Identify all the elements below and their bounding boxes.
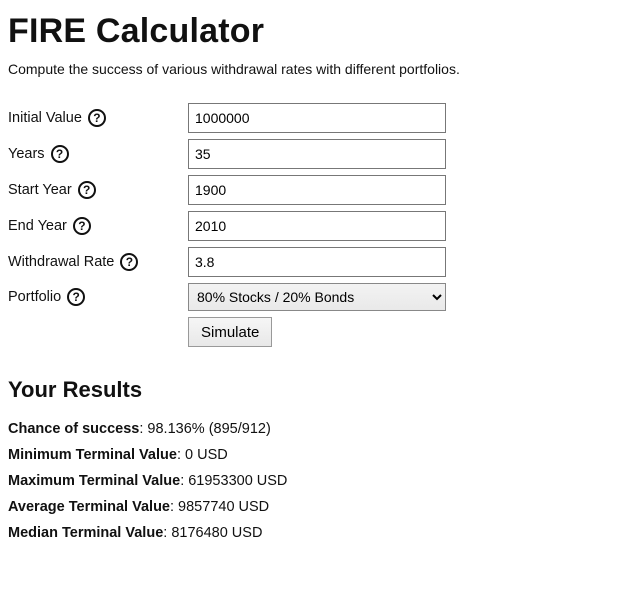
result-med-value: : 8176480 USD bbox=[163, 525, 262, 541]
result-max-value: : 61953300 USD bbox=[180, 473, 287, 489]
label-withdrawal-rate: Withdrawal Rate bbox=[8, 254, 114, 270]
result-med-label: Median Terminal Value bbox=[8, 525, 163, 541]
label-start-year: Start Year bbox=[8, 182, 72, 198]
help-icon[interactable]: ? bbox=[78, 181, 96, 199]
label-portfolio: Portfolio bbox=[8, 289, 61, 305]
row-end-year: End Year ? bbox=[8, 211, 612, 241]
input-initial-value[interactable] bbox=[188, 103, 446, 133]
input-end-year[interactable] bbox=[188, 211, 446, 241]
results-block: Chance of success: 98.136% (895/912) Min… bbox=[8, 421, 612, 541]
result-chance-value: : 98.136% (895/912) bbox=[139, 421, 270, 437]
result-avg-value: : 9857740 USD bbox=[170, 499, 269, 515]
result-chance: Chance of success: 98.136% (895/912) bbox=[8, 421, 612, 437]
results-heading: Your Results bbox=[8, 377, 612, 403]
simulate-button[interactable]: Simulate bbox=[188, 317, 272, 347]
help-icon[interactable]: ? bbox=[88, 109, 106, 127]
result-max: Maximum Terminal Value: 61953300 USD bbox=[8, 473, 612, 489]
row-portfolio: Portfolio ? 80% Stocks / 20% Bonds bbox=[8, 283, 612, 311]
row-years: Years ? bbox=[8, 139, 612, 169]
input-start-year[interactable] bbox=[188, 175, 446, 205]
input-years[interactable] bbox=[188, 139, 446, 169]
page-title: FIRE Calculator bbox=[8, 12, 612, 51]
row-start-year: Start Year ? bbox=[8, 175, 612, 205]
result-avg: Average Terminal Value: 9857740 USD bbox=[8, 499, 612, 515]
help-icon[interactable]: ? bbox=[120, 253, 138, 271]
label-initial-value: Initial Value bbox=[8, 110, 82, 126]
row-withdrawal-rate: Withdrawal Rate ? bbox=[8, 247, 612, 277]
row-initial-value: Initial Value ? bbox=[8, 103, 612, 133]
result-med: Median Terminal Value: 8176480 USD bbox=[8, 525, 612, 541]
result-max-label: Maximum Terminal Value bbox=[8, 473, 180, 489]
help-icon[interactable]: ? bbox=[67, 288, 85, 306]
help-icon[interactable]: ? bbox=[73, 217, 91, 235]
input-withdrawal-rate[interactable] bbox=[188, 247, 446, 277]
result-min: Minimum Terminal Value: 0 USD bbox=[8, 447, 612, 463]
help-icon[interactable]: ? bbox=[51, 145, 69, 163]
label-years: Years bbox=[8, 146, 45, 162]
result-avg-label: Average Terminal Value bbox=[8, 499, 170, 515]
result-chance-label: Chance of success bbox=[8, 421, 139, 437]
select-portfolio[interactable]: 80% Stocks / 20% Bonds bbox=[188, 283, 446, 311]
result-min-label: Minimum Terminal Value bbox=[8, 447, 177, 463]
row-simulate: Simulate bbox=[8, 317, 612, 347]
result-min-value: : 0 USD bbox=[177, 447, 228, 463]
label-end-year: End Year bbox=[8, 218, 67, 234]
intro-text: Compute the success of various withdrawa… bbox=[8, 61, 612, 77]
